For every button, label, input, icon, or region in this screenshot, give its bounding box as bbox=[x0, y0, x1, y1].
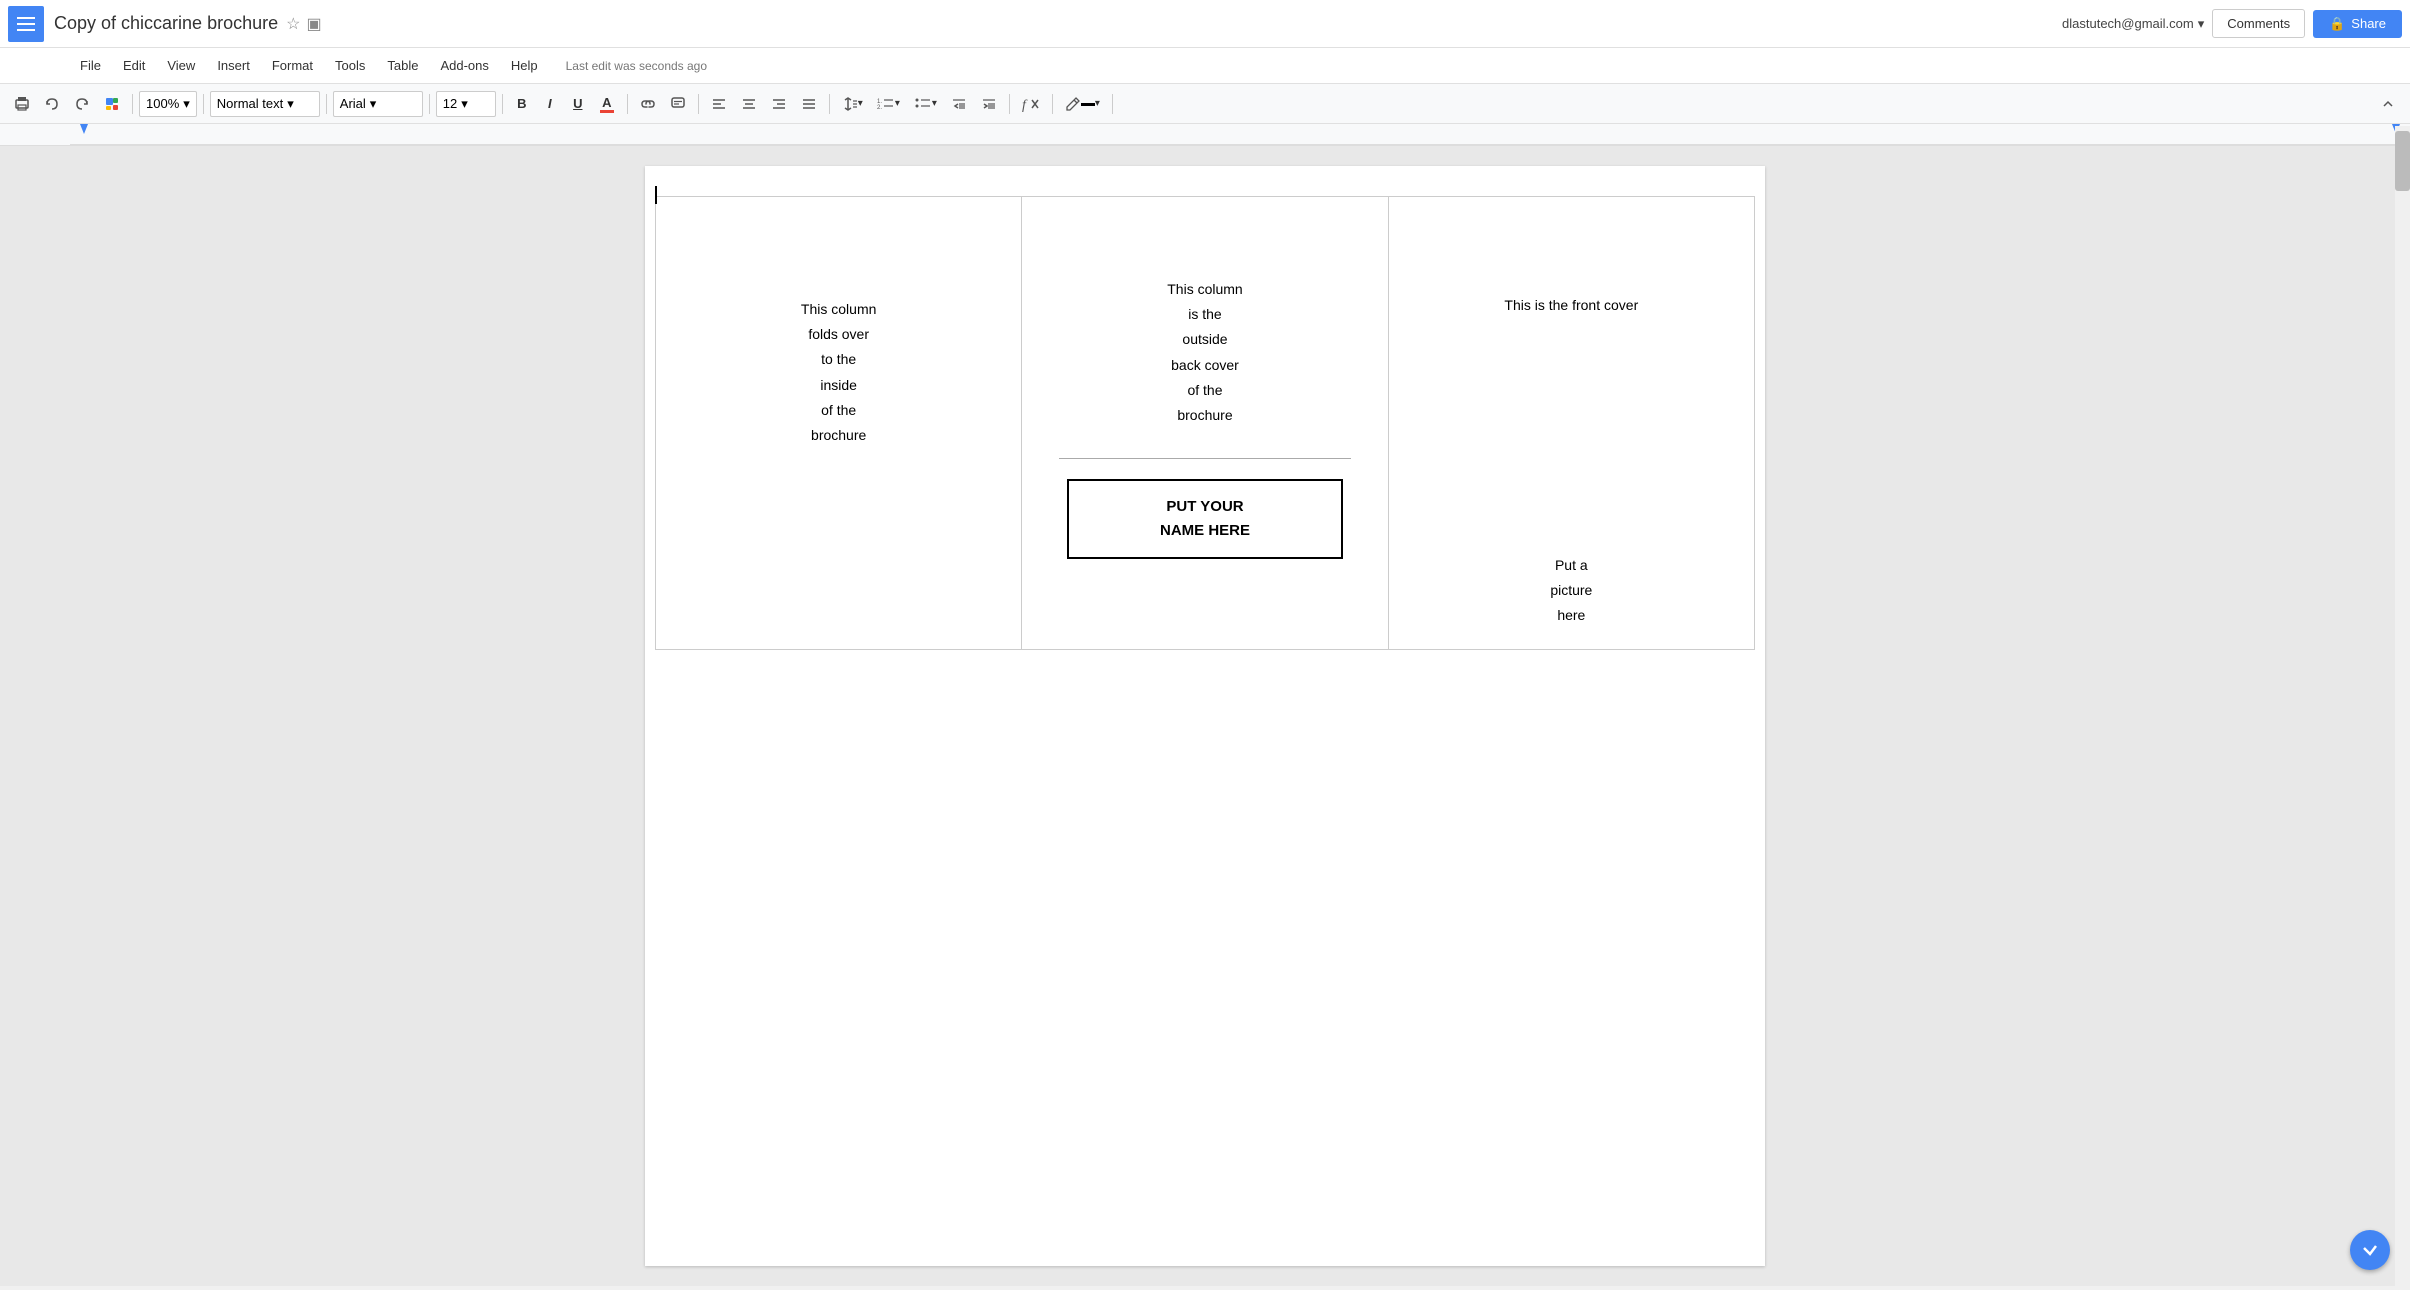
lock-icon: 🔒 bbox=[2329, 16, 2345, 32]
paint-format-button[interactable] bbox=[98, 90, 126, 118]
scrollbar[interactable] bbox=[2395, 126, 2410, 1290]
folder-icon[interactable]: ▣ bbox=[306, 14, 321, 34]
col2-top-text: This column is the outside back cover of… bbox=[1167, 217, 1242, 448]
name-box[interactable]: PUT YOUR NAME HERE bbox=[1067, 479, 1344, 559]
name-box-text: PUT YOUR NAME HERE bbox=[1089, 495, 1322, 543]
link-button[interactable] bbox=[634, 90, 662, 118]
decrease-indent-button[interactable] bbox=[945, 90, 973, 118]
separator-10 bbox=[1052, 94, 1053, 114]
separator-9 bbox=[1009, 94, 1010, 114]
top-bar: Copy of chiccarine brochure ☆ ▣ dlastute… bbox=[0, 0, 2410, 48]
increase-indent-button[interactable] bbox=[975, 90, 1003, 118]
zoom-selector[interactable]: 100% ▾ bbox=[139, 91, 197, 117]
italic-button[interactable]: I bbox=[537, 90, 563, 118]
menu-tools[interactable]: Tools bbox=[325, 54, 375, 77]
font-size-selector[interactable]: 12 ▾ bbox=[436, 91, 496, 117]
comment-button[interactable] bbox=[664, 90, 692, 118]
align-right-button[interactable] bbox=[765, 90, 793, 118]
svg-text:2.: 2. bbox=[877, 105, 882, 111]
line-spacing-button[interactable]: ▾ bbox=[836, 90, 869, 118]
font-selector[interactable]: Arial ▾ bbox=[333, 91, 423, 117]
pen-button[interactable]: ▾ bbox=[1059, 90, 1106, 118]
share-button[interactable]: 🔒 Share bbox=[2313, 10, 2402, 38]
star-icon[interactable]: ☆ bbox=[286, 14, 300, 34]
document-area: This column folds over to the inside of … bbox=[0, 146, 2410, 1286]
separator-3 bbox=[326, 94, 327, 114]
cursor bbox=[655, 186, 657, 204]
comments-button[interactable]: Comments bbox=[2212, 9, 2305, 38]
doc-title-area: Copy of chiccarine brochure ☆ ▣ bbox=[54, 13, 2062, 34]
align-left-button[interactable] bbox=[705, 90, 733, 118]
separator-11 bbox=[1112, 94, 1113, 114]
menu-bar: File Edit View Insert Format Tools Table… bbox=[0, 48, 2410, 84]
separator-7 bbox=[698, 94, 699, 114]
bulleted-list-button[interactable]: ▾ bbox=[908, 90, 943, 118]
front-cover-text: This is the front cover bbox=[1409, 297, 1734, 313]
separator-6 bbox=[627, 94, 628, 114]
col2-content: This column is the outside back cover of… bbox=[1042, 217, 1367, 569]
col3-content: This is the front cover Put a picture he… bbox=[1409, 217, 1734, 629]
text-color-button[interactable]: A bbox=[593, 90, 621, 118]
undo-button[interactable] bbox=[38, 90, 66, 118]
underline-button[interactable]: U bbox=[565, 90, 591, 118]
separator-2 bbox=[203, 94, 204, 114]
brochure-table: This column folds over to the inside of … bbox=[655, 196, 1755, 650]
separator-1 bbox=[132, 94, 133, 114]
smart-compose-button[interactable] bbox=[2350, 1230, 2390, 1270]
menu-insert[interactable]: Insert bbox=[207, 54, 260, 77]
align-center-button[interactable] bbox=[735, 90, 763, 118]
clear-formatting-button[interactable]: f bbox=[1016, 90, 1046, 118]
col2-divider bbox=[1059, 458, 1352, 459]
svg-text:f: f bbox=[1022, 98, 1028, 112]
scrollbar-thumb[interactable] bbox=[2395, 131, 2410, 191]
separator-5 bbox=[502, 94, 503, 114]
menu-help[interactable]: Help bbox=[501, 54, 548, 77]
doc-title[interactable]: Copy of chiccarine brochure bbox=[54, 13, 278, 34]
ruler bbox=[0, 124, 2410, 146]
separator-4 bbox=[429, 94, 430, 114]
brochure-col1[interactable]: This column folds over to the inside of … bbox=[656, 197, 1022, 650]
separator-8 bbox=[829, 94, 830, 114]
menu-file[interactable]: File bbox=[70, 54, 111, 77]
brochure-col3[interactable]: This is the front cover Put a picture he… bbox=[1388, 197, 1754, 650]
col1-text: This column folds over to the inside of … bbox=[676, 217, 1001, 448]
align-justify-button[interactable] bbox=[795, 90, 823, 118]
menu-format[interactable]: Format bbox=[262, 54, 323, 77]
menu-view[interactable]: View bbox=[157, 54, 205, 77]
last-edit-status: Last edit was seconds ago bbox=[566, 59, 707, 73]
picture-here-text: Put a picture here bbox=[1409, 553, 1734, 629]
brochure-col2[interactable]: This column is the outside back cover of… bbox=[1022, 197, 1388, 650]
menu-edit[interactable]: Edit bbox=[113, 54, 155, 77]
redo-button[interactable] bbox=[68, 90, 96, 118]
app-menu-button[interactable] bbox=[8, 6, 44, 42]
collapse-toolbar-button[interactable] bbox=[2374, 90, 2402, 118]
menu-table[interactable]: Table bbox=[377, 54, 428, 77]
toolbar: 100% ▾ Normal text ▾ Arial ▾ 12 ▾ B I U … bbox=[0, 84, 2410, 124]
print-button[interactable] bbox=[8, 90, 36, 118]
style-selector[interactable]: Normal text ▾ bbox=[210, 91, 320, 117]
numbered-list-button[interactable]: 1.2. ▾ bbox=[871, 90, 906, 118]
document[interactable]: This column folds over to the inside of … bbox=[645, 166, 1765, 1266]
bold-button[interactable]: B bbox=[509, 90, 535, 118]
top-right-area: dlastutech@gmail.com ▾ Comments 🔒 Share bbox=[2062, 9, 2402, 38]
menu-addons[interactable]: Add-ons bbox=[430, 54, 498, 77]
user-email[interactable]: dlastutech@gmail.com ▾ bbox=[2062, 16, 2204, 32]
